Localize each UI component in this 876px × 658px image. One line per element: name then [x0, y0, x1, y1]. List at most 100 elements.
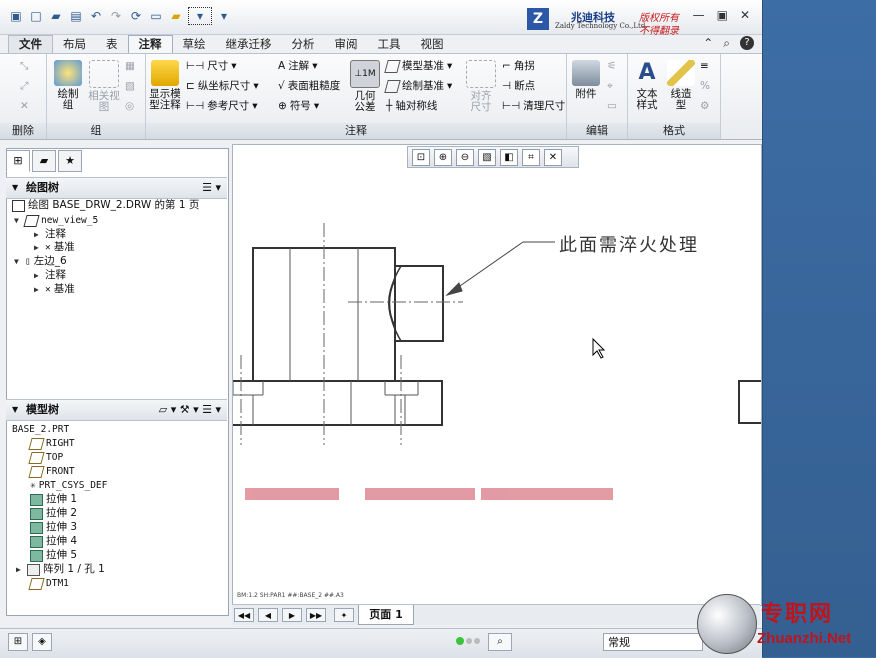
group-tool-3-icon[interactable]: ◎ [125, 98, 134, 114]
tree-item-datum-2[interactable]: ▶ ✕ 基准 [34, 283, 75, 296]
axis-symmetric-button[interactable]: ┼ 轴对称线 [386, 98, 437, 114]
group-label-edit[interactable]: 编辑 [567, 123, 627, 139]
folder-icon[interactable]: ▰ [168, 8, 184, 24]
group-label-annotation[interactable]: 注释 [146, 123, 566, 139]
zoom-fit-icon[interactable]: ⊡ [412, 148, 430, 166]
model-tree-item[interactable]: 拉伸 2 [30, 507, 77, 520]
model-datum-button[interactable]: 模型基准 ▾ [384, 58, 452, 74]
group-label-format[interactable]: 格式 [628, 123, 720, 139]
tab-layout[interactable]: 布局 [53, 36, 96, 53]
zoom-out-icon[interactable]: ⊖ [456, 148, 474, 166]
edit-tool-3-icon[interactable]: ▭ [607, 98, 617, 114]
minimize-icon[interactable]: — [693, 8, 705, 22]
show-model-annotation-button[interactable]: 显示模 型注释 [148, 60, 182, 111]
tab-folder-icon[interactable]: ▰ [32, 150, 56, 172]
edit-tool-1-icon[interactable]: ⚟ [607, 58, 616, 74]
format-tool-1-icon[interactable]: ≡ [700, 58, 709, 74]
edit-tool-2-icon[interactable]: ⌖ [607, 78, 613, 94]
tab-favorites-icon[interactable]: ★ [58, 150, 82, 172]
model-tree-item[interactable]: TOP [28, 451, 63, 464]
jog-button[interactable]: ⌐ 角拐 [502, 58, 535, 74]
collapse-icon[interactable]: ▼ [12, 400, 18, 420]
tab-table[interactable]: 表 [96, 36, 128, 53]
group-tool-2-icon[interactable]: ▧ [125, 78, 135, 94]
tree-item-annotation-2[interactable]: ▶ 注释 [34, 269, 66, 282]
drawing-canvas[interactable]: 此面需淬火处理 BM:1.2 SH:PAR1 ##:BASE_2 ##.A3 [232, 144, 762, 606]
related-view-button[interactable]: 相关视 图 [87, 60, 121, 113]
collapse-ribbon-icon[interactable]: ⌃ [703, 36, 713, 51]
tab-annotate[interactable]: 注释 [127, 35, 173, 53]
collapse-icon[interactable]: ▼ [12, 178, 18, 198]
tab-legacy-migration[interactable]: 继承迁移 [216, 36, 282, 53]
drawing-tree-root[interactable]: 绘图 BASE_DRW_2.DRW 的第 1 页 [12, 199, 199, 212]
line-style-button[interactable]: 线造 型 [664, 60, 698, 111]
format-tool-2-icon[interactable]: % [700, 78, 710, 94]
window-icon[interactable]: ▭ [148, 8, 164, 24]
geometric-tolerance-button[interactable]: ⊥1M 几何 公差 [348, 60, 382, 113]
attach-button[interactable]: 附件 [569, 60, 603, 100]
ordinate-dimension-button[interactable]: ⊏ 纵坐标尺寸 ▾ [186, 78, 259, 94]
zoom-in-icon[interactable]: ⊕ [434, 148, 452, 166]
next-page-icon[interactable]: ▶ [282, 608, 302, 622]
breakpoint-button[interactable]: ⊣ 断点 [502, 78, 535, 94]
text-style-button[interactable]: A 文本 样式 [630, 60, 664, 111]
display-style-icon[interactable]: ◧ [500, 148, 518, 166]
tab-page-1[interactable]: 页面 1 [358, 605, 414, 625]
erase-icon[interactable]: ⤡ [20, 58, 28, 74]
tree-item-view[interactable]: ▼ new_view_5 [14, 214, 98, 227]
first-page-icon[interactable]: ◀◀ [234, 608, 254, 622]
draw-group-button[interactable]: 绘制 组 [51, 60, 85, 111]
align-dimension-button[interactable]: 对齐 尺寸 [464, 60, 498, 113]
model-tree-item[interactable]: 拉伸 5 [30, 549, 77, 562]
regenerate-icon[interactable]: ⟳ [128, 8, 144, 24]
model-tree-item[interactable]: FRONT [28, 465, 75, 478]
tree-item-left-view[interactable]: ▼ ▯ 左边_6 [14, 255, 67, 268]
reference-dimension-button[interactable]: ⊢⊣ 参考尺寸 ▾ [186, 98, 258, 114]
new-page-icon[interactable]: ✦ [334, 608, 354, 622]
datum-display-icon[interactable]: ⌗ [522, 148, 540, 166]
tree-settings-icon[interactable]: ☰ ▾ [202, 178, 221, 198]
help-icon[interactable]: ? [740, 36, 754, 50]
tab-file[interactable]: 文件 [8, 35, 53, 53]
open-folder-icon[interactable]: ▰ [48, 8, 64, 24]
model-tree-item[interactable]: 拉伸 3 [30, 521, 77, 534]
dimension-button[interactable]: ⊢⊣ 尺寸 ▾ [186, 58, 237, 74]
tab-sketch[interactable]: 草绘 [173, 36, 216, 53]
new-file-icon[interactable]: □ [28, 8, 44, 24]
prev-page-icon[interactable]: ◀ [258, 608, 278, 622]
tab-tree-icon[interactable]: ⊞ [6, 150, 30, 172]
model-tree-root[interactable]: BASE_2.PRT [12, 423, 69, 436]
format-tool-3-icon[interactable]: ⚙ [700, 98, 709, 114]
find-icon[interactable]: ⌕ [488, 633, 512, 651]
tab-analysis[interactable]: 分析 [282, 36, 325, 53]
repaint-icon[interactable]: ▧ [478, 148, 496, 166]
unerase-icon[interactable]: ⤢ [20, 78, 28, 94]
annotation-note[interactable]: 此面需淬火处理 [559, 231, 699, 257]
symbol-button[interactable]: ⊕ 符号 ▾ [278, 98, 319, 114]
group-label-delete[interactable]: 删除 [0, 123, 46, 139]
tab-tools[interactable]: 工具 [368, 36, 411, 53]
model-tree-item[interactable]: DTM1 [28, 577, 69, 590]
filter-icon[interactable]: ✕ [544, 148, 562, 166]
save-icon[interactable]: ▤ [68, 8, 84, 24]
selection-filter-select[interactable]: 常规 [603, 633, 703, 651]
navigator-toggle-icon[interactable]: ⊞ [8, 633, 28, 651]
surface-finish-button[interactable]: √ 表面粗糙度 [278, 78, 340, 94]
drawing-tree-header[interactable]: ▼ 绘图树 ☰ ▾ [6, 177, 227, 199]
tab-review[interactable]: 审阅 [325, 36, 368, 53]
draw-datum-button[interactable]: 绘制基准 ▾ [384, 78, 452, 94]
tab-view[interactable]: 视图 [411, 36, 454, 53]
model-tree-tools-icon[interactable]: ▱ ▾ ⚒ ▾ ☰ ▾ [159, 400, 221, 420]
app-icon[interactable]: ▣ [8, 8, 24, 24]
last-page-icon[interactable]: ▶▶ [306, 608, 326, 622]
model-tree-item[interactable]: 拉伸 4 [30, 535, 77, 548]
close-icon[interactable]: ✕ [740, 8, 750, 22]
cleanup-dimension-button[interactable]: ⊢⊣ 清理尺寸 [502, 98, 565, 114]
note-button[interactable]: A 注解 ▾ [278, 58, 317, 74]
maximize-icon[interactable]: ▣ [717, 8, 728, 22]
model-tree-item[interactable]: ▶ 阵列 1 / 孔 1 [16, 563, 105, 576]
group-tool-1-icon[interactable]: ▦ [125, 58, 135, 74]
delete-icon[interactable]: ✕ [20, 98, 29, 114]
model-tree-header[interactable]: ▼ 模型树 ▱ ▾ ⚒ ▾ ☰ ▾ [6, 399, 227, 421]
model-tree-item[interactable]: 拉伸 1 [30, 493, 77, 506]
